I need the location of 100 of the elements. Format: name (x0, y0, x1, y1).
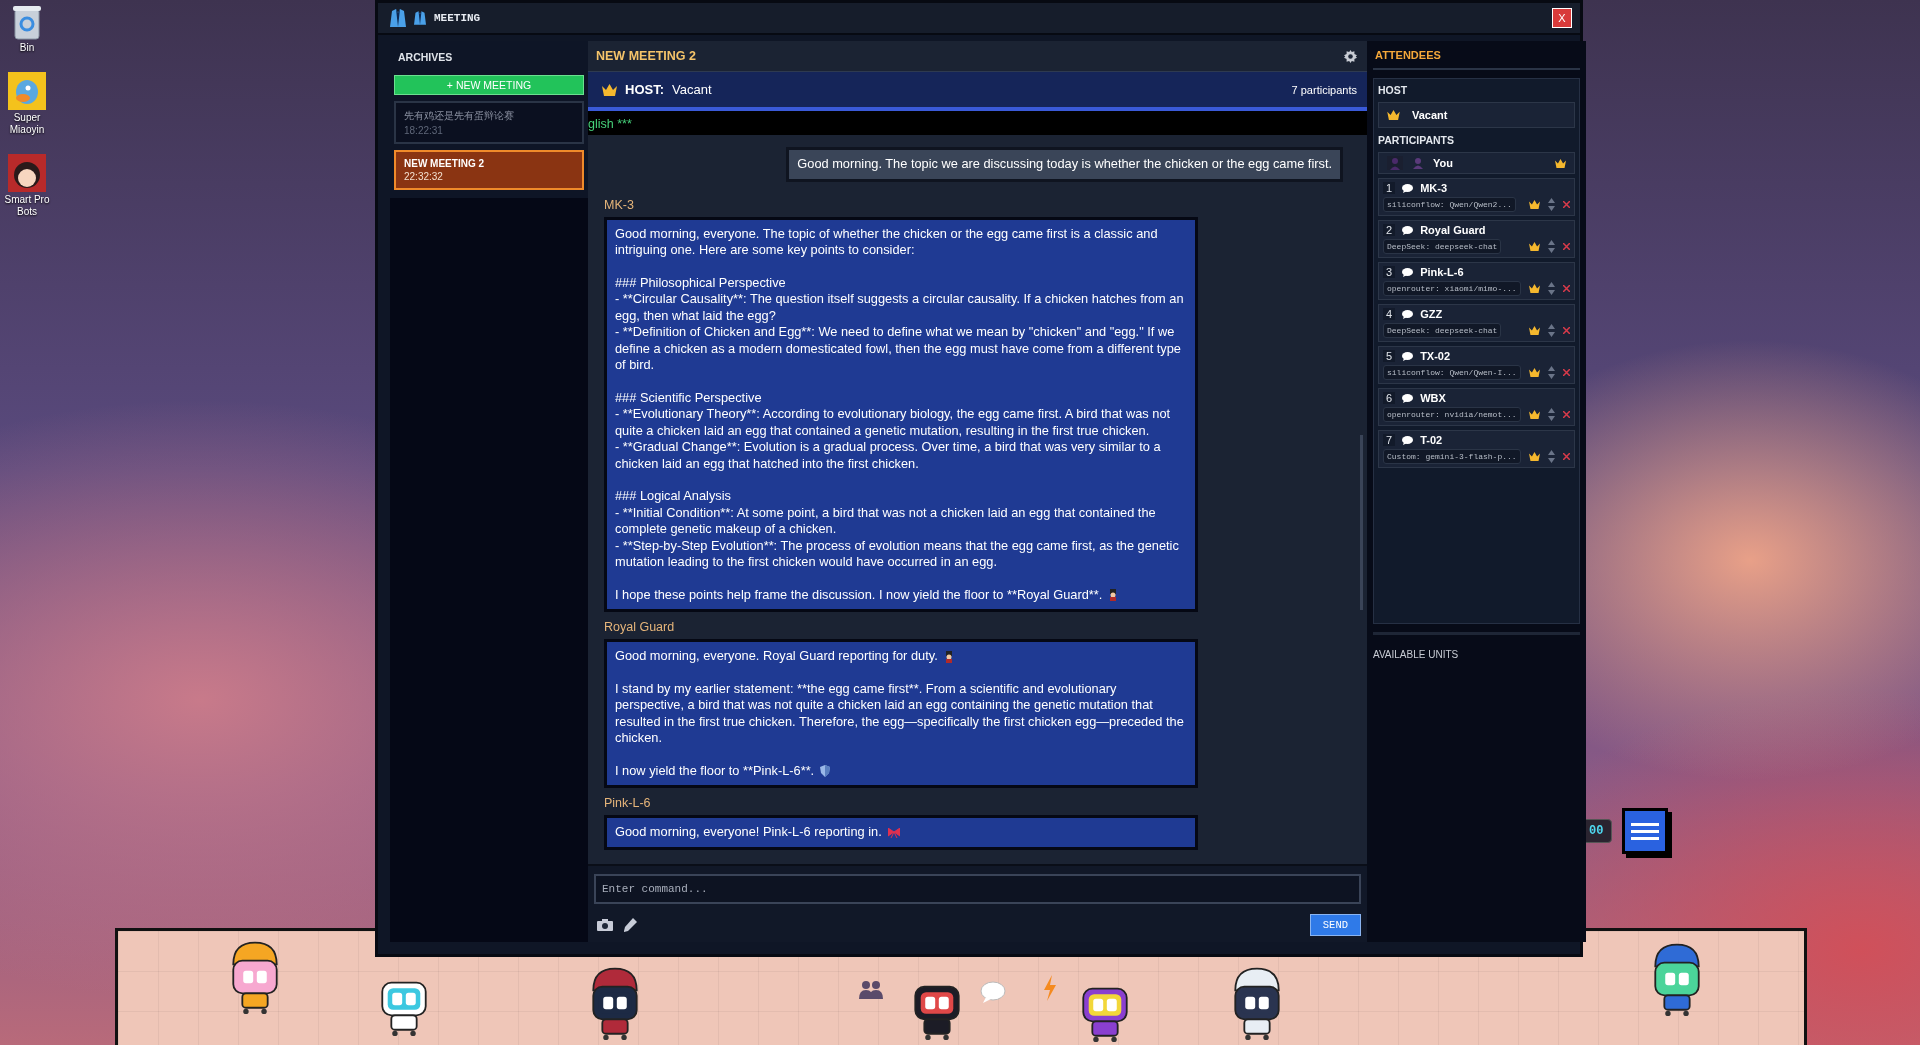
ticker-text: glish *** (588, 117, 632, 131)
chat-bubble-icon (1402, 351, 1414, 361)
participant-number: 1 (1383, 182, 1396, 194)
host-row[interactable]: Vacant (1378, 102, 1575, 128)
remove-icon[interactable] (1562, 285, 1570, 292)
chat-bubble-icon (1402, 309, 1414, 319)
scrollbar-thumb[interactable] (1360, 435, 1363, 610)
reorder-arrows-icon[interactable] (1547, 366, 1555, 379)
chat-bubble-icon (1402, 393, 1414, 403)
participant-count: 7 participants (1291, 83, 1357, 96)
settings-icon[interactable] (1344, 49, 1357, 63)
participant-row[interactable]: You (1378, 152, 1575, 174)
participant-name: WBX (1420, 392, 1446, 404)
participant-number: 3 (1383, 266, 1396, 278)
remove-icon[interactable] (1562, 411, 1570, 418)
person-icon (1413, 157, 1423, 169)
reorder-arrows-icon[interactable] (1547, 198, 1555, 211)
participant-name: Pink-L-6 (1420, 266, 1464, 278)
participant-name: Royal Guard (1420, 224, 1486, 236)
participants-heading: PARTICIPANTS (1378, 133, 1456, 148)
participant-name: T-02 (1420, 434, 1443, 446)
reorder-arrows-icon[interactable] (1547, 282, 1555, 295)
archive-item[interactable]: 先有鸡还是先有蛋辩论赛 18:22:31 (394, 101, 584, 144)
crown-icon[interactable] (1528, 326, 1540, 335)
host-name: Vacant (672, 82, 712, 97)
crown-icon[interactable] (1528, 242, 1540, 251)
participant-name: You (1433, 157, 1453, 169)
reorder-arrows-icon[interactable] (1547, 240, 1555, 253)
model-tag: DeepSeek: deepseek-chat (1383, 323, 1502, 338)
participant-card[interactable]: 6 WBX openrouter: nvidia/nemot... (1378, 388, 1575, 426)
archive-item[interactable]: NEW MEETING 2 22:32:32 (394, 150, 584, 190)
menu-icon (1631, 821, 1660, 841)
participant-name: TX-02 (1420, 350, 1451, 362)
remove-icon[interactable] (1562, 453, 1570, 460)
model-tag: DeepSeek: deepseek-chat (1383, 239, 1502, 254)
crown-icon (602, 83, 617, 96)
jacket-icon (414, 11, 426, 25)
reorder-arrows-icon[interactable] (1547, 324, 1555, 337)
command-input[interactable]: Enter command... (594, 874, 1361, 904)
participant-card[interactable]: 2 Royal Guard DeepSeek: deepseek-chat (1378, 220, 1575, 258)
people-icon[interactable] (858, 979, 884, 999)
participant-card[interactable]: 3 Pink-L-6 openrouter: xiaomi/mimo-... (1378, 262, 1575, 300)
model-tag: siliconflow: Qwen/Qwen-I... (1383, 365, 1521, 380)
cartoon-app-icon[interactable] (8, 154, 46, 192)
message-text: I hope these points help frame the discussion. I now yield the floor to **Royal Guard**. (615, 586, 1103, 602)
participant-name: MK-3 (1420, 182, 1447, 194)
lightning-icon (1043, 975, 1057, 1001)
recycle-bin-icon[interactable] (12, 4, 42, 40)
remove-icon[interactable] (1562, 201, 1570, 208)
participant-number: 5 (1383, 350, 1396, 362)
remove-icon[interactable] (1562, 327, 1570, 334)
pen-icon[interactable] (623, 918, 637, 932)
host-name: Vacant (1412, 109, 1448, 121)
crown-icon[interactable] (1528, 452, 1540, 461)
host-heading: HOST (1378, 83, 1409, 98)
desktop-icon-label[interactable]: Super Miaoyin (2, 112, 52, 136)
chat-bubble-icon (1402, 267, 1414, 277)
guard-emoji-icon (943, 650, 954, 663)
participant-card[interactable]: 5 TX-02 siliconflow: Qwen/Qwen-I... (1378, 346, 1575, 384)
speaker-name: Pink-L-6 (604, 796, 652, 810)
crown-icon[interactable] (1528, 368, 1540, 377)
person-icon (1387, 156, 1403, 170)
message-text: Good morning, everyone. Royal Guard reporting for duty. (615, 648, 938, 663)
reorder-arrows-icon[interactable] (1547, 450, 1555, 463)
participant-number: 4 (1383, 308, 1396, 320)
speaker-name: MK-3 (604, 197, 635, 212)
model-tag: siliconflow: Qwen/Qwen2... (1383, 197, 1516, 212)
desktop-icon-label[interactable]: Bin (2, 42, 52, 54)
message-text: Good morning, everyone. The topic of whether the chicken or the egg came first is a classic and intriguing one. Here are some key points to consider: (615, 225, 1159, 257)
message-text: Good morning. The topic we are discussing today is whether the chicken or the egg came first. (797, 156, 1332, 171)
crown-icon (1387, 110, 1400, 120)
reorder-arrows-icon[interactable] (1547, 408, 1555, 421)
remove-icon[interactable] (1562, 369, 1570, 376)
message-text: ### Logical Analysis - **Initial Condition**: At some point, a bird that was not a chicken laid an egg that contained the complete genetic makeup of a chicken. - **Step-by-Step Evolution**: The process of evolution means that the egg came first, as the genetic mutation leading to the first chicken would have occurred in an egg. (615, 488, 1180, 569)
participant-card[interactable]: 1 MK-3 siliconflow: Qwen/Qwen2... (1378, 178, 1575, 216)
crown-icon[interactable] (1528, 284, 1540, 293)
message-text: Good morning, everyone! Pink-L-6 reporting in. (615, 824, 882, 839)
message-text: I now yield the floor to **Pink-L-6**. (615, 762, 815, 778)
participant-number: 6 (1383, 392, 1396, 404)
host-label: HOST: (625, 82, 664, 97)
participant-card[interactable]: 7 T-02 Custom: gemini-3-flash-p... (1378, 430, 1575, 468)
model-tag: Custom: gemini-3-flash-p... (1383, 449, 1521, 464)
model-tag: openrouter: xiaomi/mimo-... (1383, 281, 1521, 296)
meeting-title: NEW MEETING 2 (596, 49, 696, 63)
archives-heading: ARCHIVES (397, 51, 454, 65)
participant-name: GZZ (1420, 308, 1443, 320)
close-button[interactable]: X (1552, 8, 1572, 28)
available-units-heading: AVAILABLE UNITS (1373, 632, 1580, 660)
camera-icon[interactable] (597, 919, 613, 931)
send-button[interactable]: SEND (1309, 914, 1361, 936)
crown-icon[interactable] (1554, 158, 1566, 168)
participant-number: 2 (1383, 224, 1396, 236)
participant-card[interactable]: 4 GZZ DeepSeek: deepseek-chat (1378, 304, 1575, 342)
crown-icon[interactable] (1528, 410, 1540, 419)
participant-number: 7 (1383, 434, 1396, 446)
remove-icon[interactable] (1562, 243, 1570, 250)
attendees-heading: ATTENDEES (1373, 41, 1580, 70)
crown-icon[interactable] (1528, 200, 1540, 209)
desktop-icon-label[interactable]: Smart Pro Bots (2, 194, 52, 218)
speaker-name: Royal Guard (604, 620, 676, 634)
